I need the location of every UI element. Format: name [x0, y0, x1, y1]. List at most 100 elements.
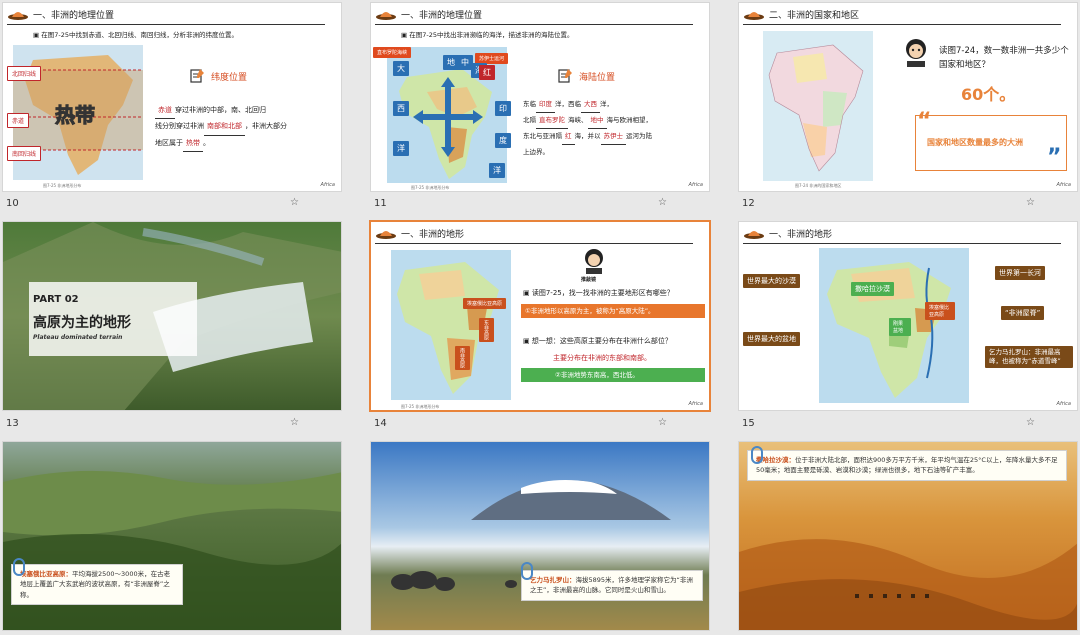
slide-title: 二、非洲的国家和地区 [769, 11, 860, 21]
slide-number: 12 [742, 198, 755, 209]
slide-number: 15 [742, 418, 755, 429]
tropical-zone-label: 热带 [55, 103, 96, 128]
longest-river-label: 世界第一长河 [995, 266, 1045, 280]
map-caption: 图7-24 非洲的国家和地区 [795, 183, 842, 188]
africa-watermark: Africa [688, 182, 703, 188]
hat-logo-icon [376, 231, 396, 239]
gibraltar-tag: 直布罗陀海峡 [373, 47, 412, 58]
star-icon[interactable]: ☆ [658, 417, 667, 428]
roof-of-africa-label: “非洲屋脊” [1001, 306, 1045, 320]
question-text: 读图7-24，数一数非洲一共多少个国家和地区？ [939, 46, 1069, 70]
largest-basin-label: 世界最大的盆地 [743, 332, 800, 346]
largest-desert-label: 世界最大的沙漠 [743, 274, 800, 288]
paperclip-icon [521, 562, 533, 580]
hat-logo-icon [8, 12, 28, 20]
hat-logo-icon [376, 12, 396, 20]
ocean-char: 洋 [489, 163, 505, 178]
slide-title: 一、非洲的地形 [401, 230, 465, 240]
answer-2-text: 主要分布在非洲的东部和南部。 [553, 354, 651, 362]
latitude-text: 赤道 穿过非洲的中部，南、北回归 线分别穿过非洲 南部和北部 ，非洲大部分 地区属于热… [155, 103, 335, 153]
slide-title: 一、非洲的地理位置 [401, 11, 483, 21]
north-tropic-label: 北回归线 [7, 66, 42, 81]
open-quote-icon: “ [917, 109, 932, 134]
star-icon[interactable]: ☆ [1026, 197, 1035, 208]
hat-logo-icon [744, 231, 764, 239]
hat-logo-icon [744, 12, 764, 20]
africa-watermark: Africa [688, 401, 703, 407]
africa-watermark: Africa [1056, 401, 1071, 407]
answer-3-bar: ②非洲地势东南高，西北低。 [521, 368, 705, 382]
africa-watermark: Africa [1056, 182, 1071, 188]
paperclip-icon [751, 446, 763, 464]
part-number: PART 02 [33, 294, 79, 305]
section-title: 纬度位置 [211, 73, 248, 83]
ethiopian-plateau-tag: 埃塞俄比亚高原 [925, 302, 955, 320]
cartoon-avatar-icon [906, 39, 926, 67]
slide-number: 13 [6, 418, 19, 429]
star-icon[interactable]: ☆ [1026, 417, 1035, 428]
slide-thumb-13[interactable]: PART 02 高原为主的地形 Plateau dominated terrai… [2, 221, 342, 411]
answer-1-bar: ①非洲地形以高原为主，被称为“高原大陆”。 [521, 304, 705, 318]
part-subtitle: Plateau dominated terrain [33, 334, 123, 341]
thinking-badge: 推敲镜 [581, 277, 597, 283]
quote-text: 国家和地区数量最多的大洲 [927, 138, 1023, 147]
question-1: ▣ 读图7-25，找一找非洲的主要地形区有哪些？ [523, 289, 674, 297]
slide-number: 14 [374, 418, 387, 429]
direction-arrows-icon [413, 77, 483, 157]
slide-thumb-16[interactable]: 埃塞俄比亚高原：平均海拔2500～3000米，在古老地层上覆盖广大玄武岩的波状高… [2, 441, 342, 631]
south-africa-plateau-tag: 南非高原 [455, 346, 470, 370]
section-title: 海陆位置 [579, 73, 616, 83]
slide-thumb-15[interactable]: 一、非洲的地形 撒哈拉沙漠 埃塞俄比亚高原 刚果盆地 世界最大的沙漠 世界最大的… [738, 221, 1078, 411]
paperclip-icon [13, 558, 25, 576]
info-note: 撒哈拉沙漠：位于非洲大陆北部，面积达900多万平方千米，年平均气温在25°C以上… [747, 450, 1067, 481]
star-icon[interactable]: ☆ [658, 197, 667, 208]
slide-thumb-14[interactable]: 一、非洲的地形 埃塞俄比亚高原 东非高原 南非高原 图7-25 非洲地形分布 推… [369, 220, 711, 412]
africa-watermark: Africa [320, 182, 335, 188]
kilimanjaro-label: 乞力马扎罗山：非洲最高峰，也被称为“赤道雪峰” [985, 346, 1073, 368]
map-caption: 图7-25 非洲地形分布 [401, 404, 440, 409]
slide-thumb-18[interactable]: 撒哈拉沙漠：位于非洲大陆北部，面积达900多万平方千米，年平均气温在25°C以上… [738, 441, 1078, 631]
ocean-char: 印 [495, 101, 511, 116]
slide-header: 一、非洲的地理位置 [7, 7, 325, 25]
cartoon-avatar-icon [585, 249, 603, 274]
slide-thumb-11[interactable]: 一、非洲的地理位置 ▣ 在图7-25中找出非洲濒临的海洋，描述非洲的海陆位置。 … [370, 2, 710, 192]
close-quote-icon: ” [1047, 145, 1062, 170]
info-note: 埃塞俄比亚高原：平均海拔2500～3000米，在古老地层上覆盖广大玄武岩的波状高… [11, 564, 183, 606]
info-note: 乞力马扎罗山：海拔5895米，许多地理学家称它为“非洲之王”，非洲最高的山脉。它… [521, 570, 703, 601]
slide-header: 二、非洲的国家和地区 [743, 7, 1061, 25]
ocean-char: 洋 [393, 141, 409, 156]
slide-header: 一、非洲的地形 [375, 226, 693, 244]
question-2: ▣ 想一想：这些高原主要分布在非洲什么部位？ [523, 337, 672, 345]
sea-land-text: 东临 印度 洋，西临 大西 洋， 北隔 直布罗陀 海峡、 地中 海与欧洲相望， 东北与亚洲隔红海… [523, 97, 707, 160]
star-icon[interactable]: ☆ [290, 417, 299, 428]
answer-text: 60个。 [961, 85, 1016, 104]
slide-thumb-12[interactable]: 二、非洲的国家和地区 图7-24 非洲的国家和地区 读图7-24，数一数非洲一共… [738, 2, 1078, 192]
equator-label: 赤道 [7, 113, 30, 128]
south-tropic-label: 南回归线 [7, 146, 42, 161]
slide-title: 一、非洲的地理位置 [33, 11, 115, 21]
pen-notepad-icon [558, 69, 572, 83]
slide-title: 一、非洲的地形 [769, 230, 833, 240]
slide-header: 一、非洲的地理位置 [375, 7, 693, 25]
map-caption: 图7-25 非洲地形分布 [43, 183, 82, 188]
task-text: ▣ 在图7-25中找出非洲濒临的海洋，描述非洲的海陆位置。 [401, 31, 574, 39]
ocean-char: 度 [495, 133, 511, 148]
map-caption: 图7-25 非洲地形分布 [411, 185, 450, 190]
kilimanjaro-photo [371, 442, 709, 630]
slide-thumb-10[interactable]: 一、非洲的地理位置 ▣ 在图7-25中找到赤道、北回归线、南回归线，分析非洲的纬… [2, 2, 342, 192]
ethiopian-plateau-tag: 埃塞俄比亚高原 [463, 298, 507, 309]
pen-notepad-icon [190, 69, 204, 83]
slide-number: 10 [6, 198, 19, 209]
slide-thumb-17[interactable]: 乞力马扎罗山：海拔5895米，许多地理学家称它为“非洲之王”，非洲最高的山脉。它… [370, 441, 710, 631]
slide-header: 一、非洲的地形 [743, 226, 1061, 244]
star-icon[interactable]: ☆ [290, 197, 299, 208]
ocean-char: 大 [393, 61, 409, 76]
sahara-tag: 撒哈拉沙漠 [851, 282, 894, 296]
task-text: ▣ 在图7-25中找到赤道、北回归线、南回归线，分析非洲的纬度位置。 [33, 31, 238, 39]
part-title: 高原为主的地形 [33, 315, 131, 331]
ocean-char: 西 [393, 101, 409, 116]
political-map [763, 31, 873, 181]
congo-basin-tag: 刚果盆地 [889, 318, 911, 336]
slide-number: 11 [374, 198, 387, 209]
east-africa-plateau-tag: 东非高原 [479, 318, 494, 342]
